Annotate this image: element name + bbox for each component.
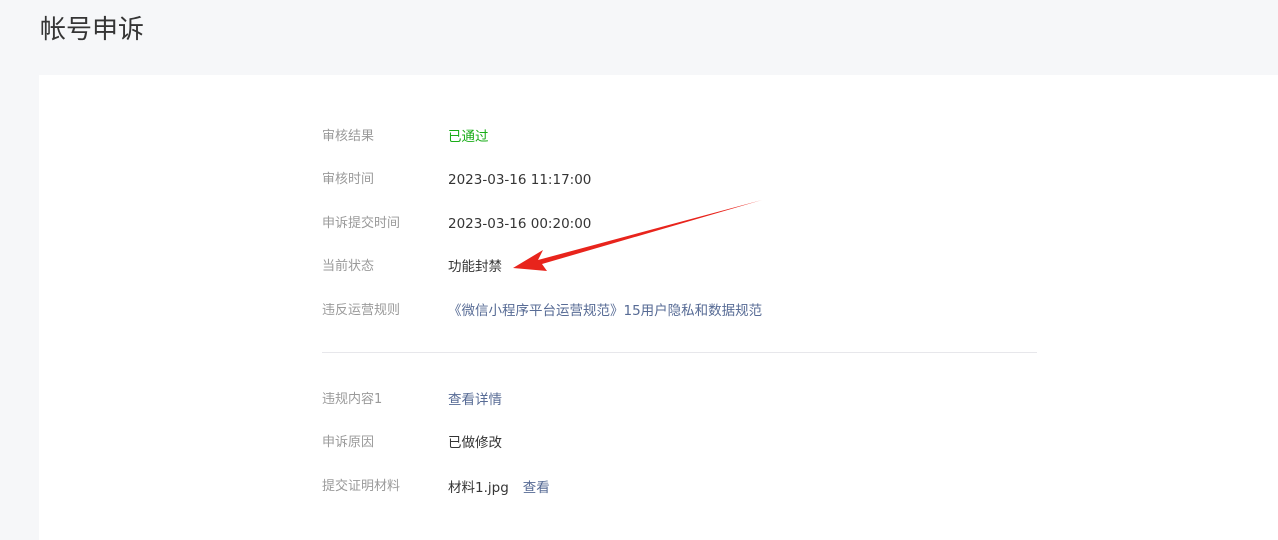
current-status-label: 当前状态 (322, 259, 375, 274)
view-material-link[interactable]: 查看 (523, 480, 550, 496)
current-status-value: 功能封禁 (448, 259, 502, 275)
page-title: 帐号申诉 (40, 15, 145, 45)
appeal-reason-value: 已做修改 (448, 435, 502, 451)
appeal-detail-card: 审核结果 已通过 审核时间 2023-03-16 11:17:00 申诉提交时间… (39, 75, 1278, 540)
review-result-label: 审核结果 (322, 129, 375, 144)
view-details-link[interactable]: 查看详情 (448, 390, 502, 410)
review-result-value: 已通过 (448, 129, 489, 145)
review-time-label: 审核时间 (322, 172, 375, 187)
violation-content-label: 违规内容1 (322, 392, 383, 407)
proof-materials-label: 提交证明材料 (322, 479, 401, 494)
material-file-name: 材料1.jpg (448, 480, 509, 496)
appeal-reason-label: 申诉原因 (322, 435, 375, 450)
violation-rule-link[interactable]: 《微信小程序平台运营规范》15用户隐私和数据规范 (448, 301, 762, 321)
submit-time-value: 2023-03-16 00:20:00 (448, 216, 592, 232)
violation-rule-label: 违反运营规则 (322, 303, 401, 318)
section-divider (322, 352, 1037, 353)
review-time-value: 2023-03-16 11:17:00 (448, 172, 592, 188)
proof-materials-value: 材料1.jpg 查看 (448, 478, 550, 498)
submit-time-label: 申诉提交时间 (322, 216, 401, 231)
